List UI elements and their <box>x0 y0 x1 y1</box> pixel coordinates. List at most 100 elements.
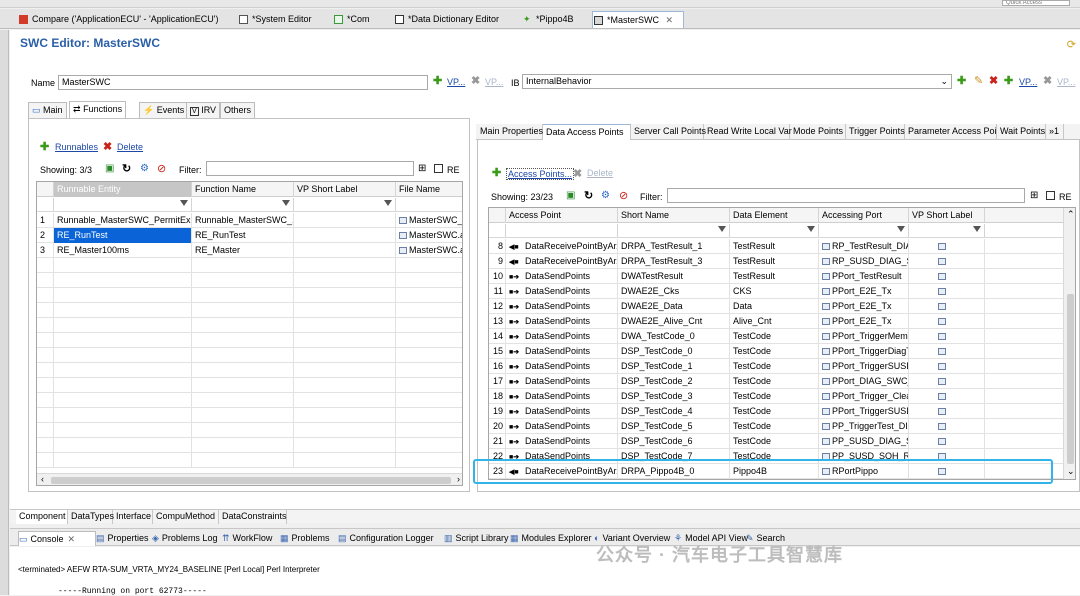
runnable-filter[interactable] <box>54 198 192 211</box>
filter-settings-icon[interactable]: ⚙ <box>140 163 149 174</box>
table-row[interactable]: 12 ■➔ DataSendPoints DWAE2E_Data Data PPort_E… <box>489 299 1063 314</box>
add-access-point-icon[interactable]: ✚ <box>492 166 501 179</box>
vp-filter[interactable] <box>294 198 396 211</box>
ib-select[interactable]: InternalBehavior ⌄ <box>522 74 952 89</box>
vertical-scrollbar[interactable]: ⌃ ⌄ <box>1063 208 1075 479</box>
vp-ib-link[interactable]: VP... <box>1019 77 1037 87</box>
clear-filter-icon[interactable]: ⊘ <box>619 189 628 202</box>
access-points-link[interactable]: Access Points... <box>506 168 575 180</box>
header-vp-short-label[interactable]: VP Short Label <box>294 182 396 197</box>
table-row[interactable]: 20 ■➔ DataSendPoints DSP_TestCode_5 TestCode… <box>489 419 1063 434</box>
tab-irv[interactable]: V IRV <box>186 102 221 118</box>
tab-main[interactable]: ▭ Main <box>28 102 67 118</box>
quick-access-field[interactable]: Quick Access <box>1002 0 1070 6</box>
scroll-right-icon[interactable]: › <box>457 474 460 484</box>
header-accessing-port[interactable]: Accessing Port <box>819 208 909 223</box>
delete-runnable-link[interactable]: Delete <box>117 142 143 152</box>
add-vp-icon[interactable]: ✚ <box>1004 74 1013 87</box>
tab-events[interactable]: ⚡ Events <box>139 102 189 118</box>
add-ib-icon[interactable]: ✚ <box>957 74 966 87</box>
header-file-name[interactable]: File Name <box>396 182 462 197</box>
sync-icon[interactable]: ⟳ <box>1067 38 1076 51</box>
edit-icon[interactable]: ✎ <box>974 74 983 87</box>
scroll-thumb[interactable] <box>1067 294 1074 464</box>
table-row[interactable]: 18 ■➔ DataSendPoints DSP_TestCode_3 TestCode… <box>489 389 1063 404</box>
access-tab[interactable]: Server Call Points <box>631 124 706 140</box>
tab-com[interactable]: *Com <box>333 11 383 28</box>
access-tab[interactable]: Wait Points <box>997 124 1046 140</box>
filter-input[interactable] <box>206 161 414 176</box>
console-tab[interactable]: ▦ Modules Explorer <box>510 531 594 546</box>
scroll-up-icon[interactable]: ⌃ <box>1067 209 1075 220</box>
scroll-down-icon[interactable]: ⌄ <box>1067 466 1075 477</box>
name-field[interactable]: MasterSWC <box>58 75 428 90</box>
table-row[interactable]: 10 ■➔ DataSendPoints DWATestResult TestResul… <box>489 269 1063 284</box>
clear-filter-icon[interactable]: ⊘ <box>157 162 166 175</box>
console-tab[interactable]: ▤ Properties <box>96 531 152 546</box>
table-row[interactable]: 14 ■➔ DataSendPoints DWA_TestCode_0 TestCode… <box>489 329 1063 344</box>
add-runnable-icon[interactable]: ✚ <box>40 140 49 153</box>
table-row[interactable]: 9 ◀■ DataReceivePointByAr... DRPA_TestResul… <box>489 254 1063 269</box>
console-tab[interactable]: ◈ Problems Log <box>152 531 222 546</box>
table-row[interactable]: 21 ■➔ DataSendPoints DSP_TestCode_6 TestCode… <box>489 434 1063 449</box>
table-row[interactable]: 19 ■➔ DataSendPoints DSP_TestCode_4 TestCode… <box>489 404 1063 419</box>
bottom-tab[interactable]: DataConstraints <box>219 510 287 524</box>
port-filter[interactable] <box>819 224 909 237</box>
header-runnable-entity[interactable]: Runnable Entity <box>54 182 192 197</box>
table-row[interactable]: 8 ◀■ DataReceivePointByAr... DRPA_TestResul… <box>489 239 1063 254</box>
header-access-point[interactable]: Access Point <box>506 208 618 223</box>
horizontal-scrollbar[interactable]: ‹ › <box>37 473 462 485</box>
re-checkbox[interactable] <box>1046 191 1055 200</box>
close-icon[interactable]: ✕ <box>666 15 674 25</box>
vp-filter[interactable] <box>909 224 985 237</box>
close-icon[interactable]: ✕ <box>68 534 76 544</box>
table-row[interactable]: 17 ■➔ DataSendPoints DSP_TestCode_2 TestCode… <box>489 374 1063 389</box>
add-icon[interactable]: ✚ <box>433 74 442 87</box>
console-tab[interactable]: ▥ Script Library <box>444 531 510 546</box>
excel-icon[interactable]: ▣ <box>566 190 575 201</box>
table-row[interactable]: 11 ■➔ DataSendPoints DWAE2E_Cks CKS PPort_E2E… <box>489 284 1063 299</box>
tab-system-editor[interactable]: *System Editor <box>238 11 326 28</box>
export-icon[interactable]: ⊞ <box>418 163 426 174</box>
scroll-left-icon[interactable]: ‹ <box>41 474 44 484</box>
tab-compare[interactable]: Compare ('ApplicationECU' - 'Application… <box>18 11 228 28</box>
tab-others[interactable]: Others <box>220 102 256 118</box>
bottom-tab[interactable]: DataTypes <box>68 510 114 524</box>
access-tab[interactable]: Parameter Access Poi <box>905 124 997 140</box>
header-function-name[interactable]: Function Name <box>192 182 294 197</box>
delete-runnable-icon[interactable]: ✖ <box>103 140 112 153</box>
tab-functions[interactable]: ⇄ Functions <box>69 101 127 118</box>
access-tab[interactable]: Mode Points <box>790 124 846 140</box>
short-filter[interactable] <box>618 224 730 237</box>
access-tab[interactable]: »1 <box>1046 124 1064 140</box>
tab-pippo4b[interactable]: ✦ *Pippo4B <box>522 11 588 28</box>
delete-ib-icon[interactable]: ✖ <box>989 74 998 87</box>
table-row[interactable]: 3 RE_Master100ms RE_Master MasterSWC.arxml <box>37 243 462 258</box>
console-tab[interactable]: ⇈ WorkFlow <box>222 531 280 546</box>
table-row[interactable]: 16 ■➔ DataSendPoints DSP_TestCode_1 TestCode… <box>489 359 1063 374</box>
access-tab[interactable]: Main Properties <box>477 124 543 140</box>
scroll-thumb[interactable] <box>51 477 451 484</box>
bottom-tab[interactable]: CompuMethod <box>153 510 219 524</box>
console-tab[interactable]: ▭ Console ✕ <box>18 531 96 546</box>
access-filter[interactable] <box>506 224 618 237</box>
header-short-name[interactable]: Short Name <box>618 208 730 223</box>
console-tab[interactable]: ▤ Configuration Logger <box>338 531 444 546</box>
access-tab[interactable]: Trigger Points <box>846 124 905 140</box>
export-icon[interactable]: ⊞ <box>1030 190 1038 201</box>
bottom-tab[interactable]: Interface <box>113 510 153 524</box>
filter-settings-icon[interactable]: ⚙ <box>601 190 610 201</box>
runnables-link[interactable]: Runnables <box>55 142 98 152</box>
access-tab[interactable]: Data Access Points <box>543 124 631 140</box>
vp-link[interactable]: VP... <box>447 77 465 87</box>
tab-data-dictionary[interactable]: *Data Dictionary Editor <box>394 11 514 28</box>
table-row[interactable]: 1 Runnable_MasterSWC_PermitEx... Runnable_… <box>37 213 462 228</box>
function-filter[interactable] <box>192 198 294 211</box>
element-filter[interactable] <box>730 224 819 237</box>
console-tab[interactable]: ▦ Problems <box>280 531 338 546</box>
table-row[interactable]: 15 ■➔ DataSendPoints DSP_TestCode_0 TestCode… <box>489 344 1063 359</box>
header-data-element[interactable]: Data Element <box>730 208 819 223</box>
excel-icon[interactable]: ▣ <box>105 163 114 174</box>
table-row[interactable]: 13 ■➔ DataSendPoints DWAE2E_Alive_Cnt Alive_… <box>489 314 1063 329</box>
refresh-icon[interactable]: ↻ <box>122 162 131 175</box>
